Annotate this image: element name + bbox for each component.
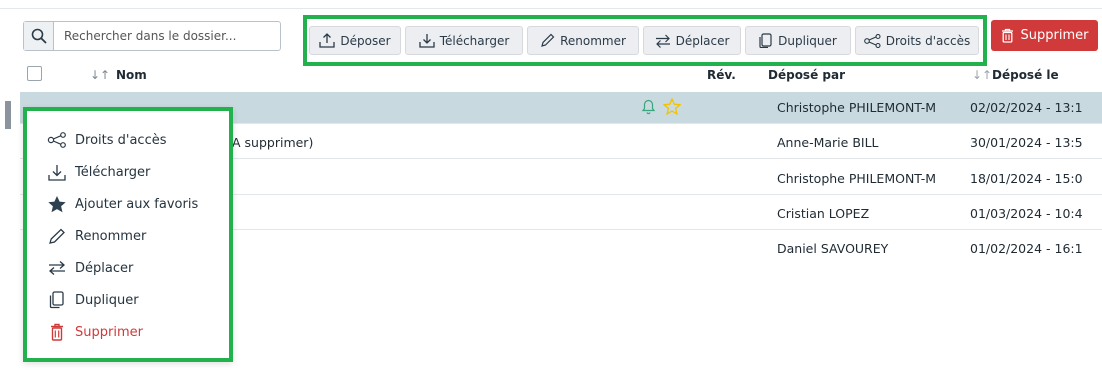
menu-label: Renommer [75,228,147,244]
pencil-icon [49,228,65,244]
star-icon [48,196,66,213]
search-input[interactable] [54,29,274,43]
move-arrows-icon [49,261,65,275]
sort-icon[interactable]: ↓↑ [972,68,992,82]
upload-icon [319,33,336,48]
deposited-by: Cristian LOPEZ [777,206,870,221]
star-icon[interactable] [662,97,682,119]
menu-item-delete[interactable]: Supprimer [47,320,143,344]
download-button[interactable]: Télécharger [405,26,523,55]
delete-label: Supprimer [1020,28,1089,43]
rename-label: Renommer [560,33,626,48]
table-header: ↓↑ Nom Rév. Déposé par ↓↑ Déposé le [20,62,1102,90]
document-name[interactable]: A supprimer) [232,135,313,150]
menu-label: Ajouter aux favoris [75,196,199,212]
copy-icon [49,291,64,309]
download-label: Télécharger [439,33,510,48]
select-all-checkbox[interactable] [27,66,42,81]
upload-label: Déposer [340,33,391,48]
delete-button[interactable]: Supprimer [991,20,1098,51]
menu-label: Déplacer [75,260,134,276]
deposited-by: Christophe PHILEMONT-M [777,100,937,115]
menu-label: Dupliquer [75,292,139,308]
sort-icon[interactable]: ↓↑ [90,68,110,82]
menu-label: Télécharger [75,164,151,180]
download-icon [48,164,66,181]
menu-item-duplicate[interactable]: Dupliquer [47,288,139,312]
scroll-marker [5,101,11,129]
share-icon [863,33,881,48]
duplicate-button[interactable]: Dupliquer [745,26,851,55]
access-rights-label: Droits d'accès [885,33,971,48]
deposited-date: 01/03/2024 - 10:4 [970,206,1083,221]
deposited-date: 02/02/2024 - 13:1 [970,100,1083,115]
menu-item-download[interactable]: Télécharger [47,160,150,184]
bell-icon[interactable] [641,99,656,119]
menu-item-move[interactable]: Déplacer [47,256,133,280]
folder-search [23,21,281,51]
duplicate-label: Dupliquer [778,33,837,48]
move-arrows-icon [655,34,670,48]
column-deposited-by[interactable]: Déposé par [768,68,845,82]
trash-icon [51,323,63,341]
pencil-icon [541,33,555,47]
menu-label: Droits d'accès [75,132,167,148]
download-icon [419,34,435,48]
move-button[interactable]: Déplacer [643,26,741,55]
menu-item-access-rights[interactable]: Droits d'accès [47,128,167,152]
context-menu: Droits d'accès Télécharger Ajouter aux f… [23,107,233,362]
deposited-by: Anne-Marie BILL [777,135,879,150]
deposited-by: Daniel SAVOUREY [777,241,889,256]
deposited-by: Christophe PHILEMONT-M [777,171,937,186]
menu-item-rename[interactable]: Renommer [47,224,146,248]
share-icon [47,132,66,148]
move-label: Déplacer [675,33,730,48]
search-icon[interactable] [24,22,54,50]
menu-label: Supprimer [75,324,143,340]
column-revision[interactable]: Rév. [707,68,736,82]
column-deposited-on[interactable]: Déposé le [992,68,1059,82]
deposited-date: 01/02/2024 - 16:1 [970,241,1083,256]
deposited-date: 30/01/2024 - 13:5 [970,135,1083,150]
deposited-date: 18/01/2024 - 15:0 [970,171,1083,186]
toolbar-highlight: Déposer Télécharger Renommer Déplacer Du… [303,15,987,66]
top-divider [0,8,1102,9]
copy-icon [759,33,772,48]
column-name[interactable]: Nom [116,68,147,82]
trash-icon [1001,28,1013,43]
rename-button[interactable]: Renommer [527,26,639,55]
access-rights-button[interactable]: Droits d'accès [855,26,979,55]
menu-item-add-favorite[interactable]: Ajouter aux favoris [47,192,198,216]
upload-button[interactable]: Déposer [309,26,401,55]
